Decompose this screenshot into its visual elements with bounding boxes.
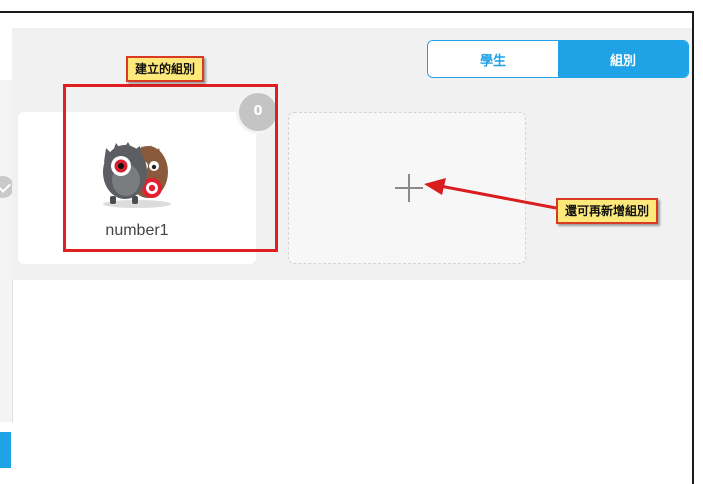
- document-frame-right: [692, 11, 694, 484]
- tab-students[interactable]: 學生: [428, 41, 558, 77]
- plus-icon-vertical: [408, 174, 410, 202]
- callout-add-group: 還可再新增組別: [556, 198, 659, 224]
- view-toggle: 學生 組別: [427, 40, 689, 78]
- highlight-box: [63, 84, 278, 252]
- tab-groups[interactable]: 組別: [558, 41, 688, 77]
- side-blue-tab[interactable]: [0, 432, 11, 468]
- callout-created-group: 建立的組別: [126, 56, 205, 82]
- document-frame-top: [0, 11, 694, 13]
